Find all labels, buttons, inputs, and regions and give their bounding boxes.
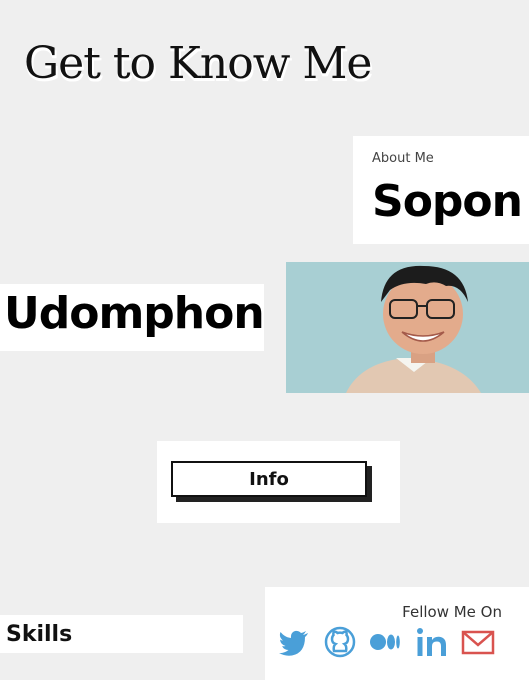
social-card: Fellow Me On: [265, 587, 529, 680]
page-title: Get to Know Me: [24, 38, 372, 89]
info-section: Info: [157, 441, 400, 523]
follow-label: Fellow Me On: [402, 603, 502, 621]
social-links: [277, 625, 495, 659]
last-name: Udomphon: [4, 288, 265, 339]
twitter-icon[interactable]: [277, 625, 311, 659]
skills-heading: Skills: [6, 622, 73, 647]
linkedin-icon[interactable]: [415, 625, 449, 659]
github-icon[interactable]: [323, 625, 357, 659]
about-card: About Me Sopon: [353, 136, 529, 244]
medium-icon[interactable]: [369, 625, 403, 659]
last-name-card: Udomphon: [0, 284, 265, 351]
gmail-icon[interactable]: [461, 625, 495, 659]
first-name: Sopon: [372, 176, 523, 227]
skills-section: Skills: [0, 615, 243, 653]
profile-photo: [286, 262, 529, 393]
about-label: About Me: [372, 151, 434, 166]
info-button[interactable]: Info: [171, 461, 367, 497]
